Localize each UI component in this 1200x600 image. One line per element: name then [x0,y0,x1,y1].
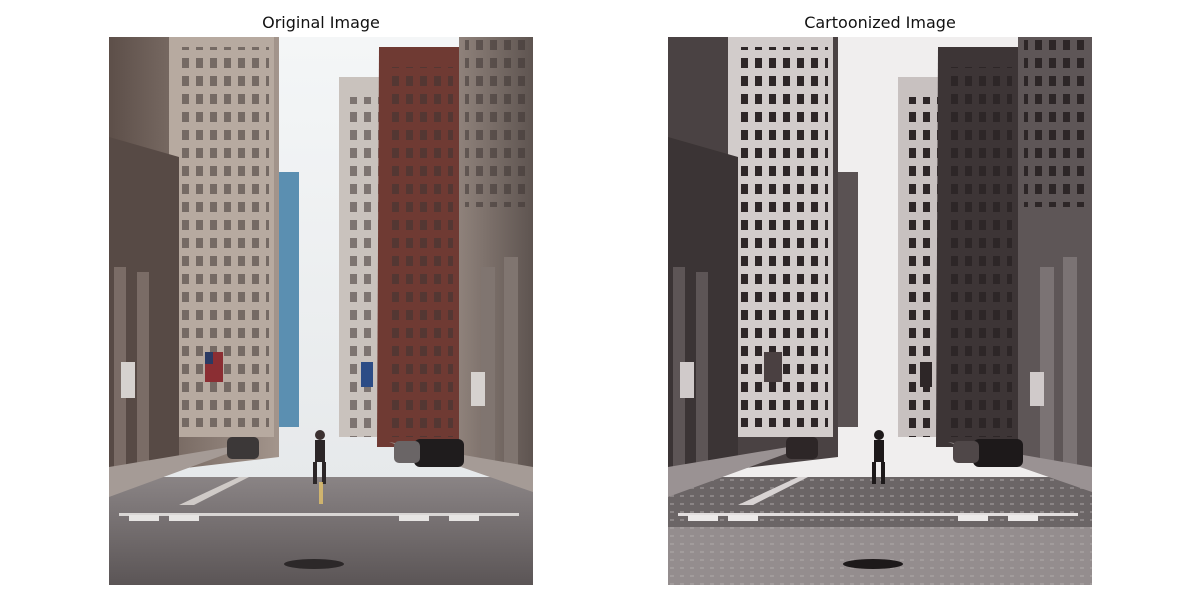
original-street-photo [109,37,533,585]
cartoonized-street-photo [668,37,1092,585]
cartoonized-panel: Cartoonized Image [668,0,1092,600]
cartoonized-image [668,37,1092,585]
car [414,439,464,467]
glass-tower [277,172,299,427]
cartoonized-title: Cartoonized Image [804,13,956,32]
original-panel: Original Image [109,0,533,600]
original-image [109,37,533,585]
original-title: Original Image [262,13,380,32]
